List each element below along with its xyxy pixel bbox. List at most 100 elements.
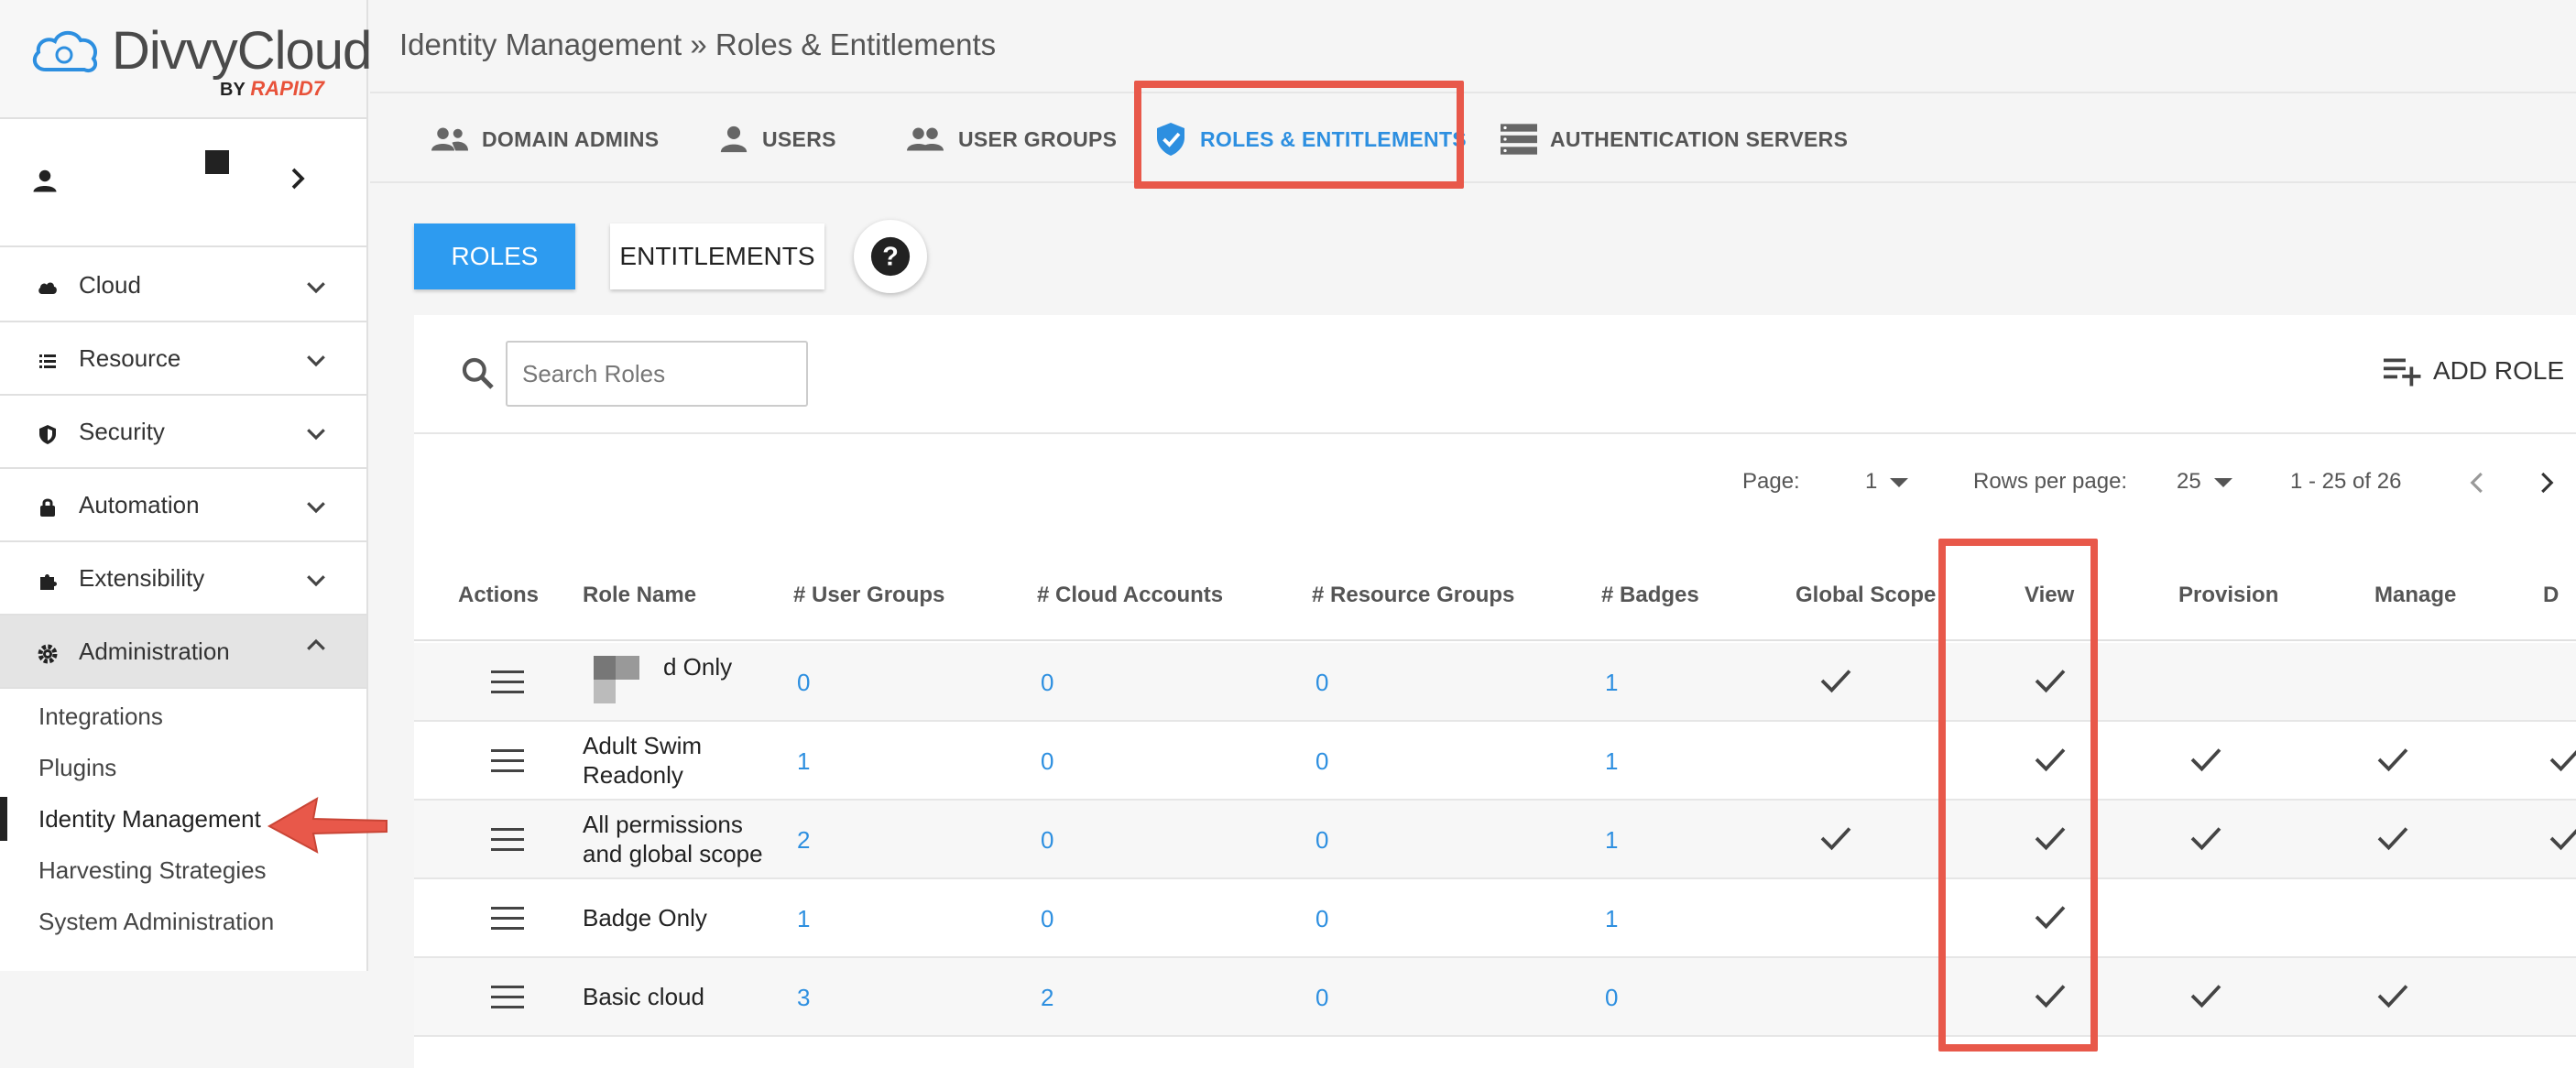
table-row[interactable]: d Only 0 0 0 1 <box>414 643 2576 722</box>
breadcrumb: Identity Management » Roles & Entitlemen… <box>399 27 997 61</box>
role-name[interactable]: Adult Swim Readonly <box>583 731 702 790</box>
sidebar-item-administration[interactable]: Administration <box>0 616 366 689</box>
chevron-left-icon[interactable] <box>2464 469 2492 496</box>
user-groups-link[interactable]: 1 <box>797 747 810 776</box>
tab-label: AUTHENTICATION SERVERS <box>1550 126 1849 151</box>
roles-button[interactable]: ROLES <box>414 223 575 289</box>
badges-link[interactable]: 0 <box>1605 984 1618 1012</box>
gear-icon <box>38 644 58 664</box>
search-row: ADD ROLE <box>414 315 2576 434</box>
rows-per-page-select[interactable]: 25 <box>2177 469 2232 495</box>
badges-link[interactable]: 1 <box>1605 826 1618 855</box>
caret-down-icon <box>1890 477 1909 487</box>
col-cloud-accounts[interactable]: # Cloud Accounts <box>1037 583 1223 608</box>
tab-bar: DOMAIN ADMINS USERS USER GROUPS ROLES & … <box>370 92 2576 183</box>
sidebar-item-security[interactable]: Security <box>0 396 366 469</box>
role-name-line1: All permissions <box>583 811 743 838</box>
add-role-button[interactable]: ADD ROLE <box>2384 355 2564 387</box>
col-role-name[interactable]: Role Name <box>583 583 696 608</box>
chevron-up-icon[interactable] <box>302 632 330 659</box>
page-range: 1 - 25 of 26 <box>2290 469 2402 494</box>
resource-groups-link[interactable]: 0 <box>1315 826 1328 855</box>
badges-link[interactable]: 1 <box>1605 669 1618 697</box>
subnav-item-integrations[interactable]: Integrations <box>0 691 366 742</box>
sidebar-item-cloud[interactable]: Cloud <box>0 249 366 322</box>
row-actions-menu-icon[interactable] <box>491 749 524 779</box>
col-global-scope[interactable]: Global Scope <box>1796 583 1936 608</box>
cloud-logo-icon <box>32 30 98 72</box>
provision-check-icon <box>2190 985 2221 1008</box>
person-icon <box>33 169 57 192</box>
sidebar-item-automation[interactable]: Automation <box>0 469 366 542</box>
chevron-down-icon[interactable] <box>302 420 330 447</box>
row-actions-menu-icon[interactable] <box>491 907 524 937</box>
logo-text: DivvyCloud <box>112 21 372 81</box>
person-icon <box>720 125 748 153</box>
shield-icon <box>39 425 56 444</box>
chevron-down-icon[interactable] <box>302 273 330 300</box>
user-groups-link[interactable]: 1 <box>797 905 810 933</box>
rows-per-page-value: 25 <box>2177 469 2201 494</box>
page-select[interactable]: 1 <box>1865 469 1909 495</box>
page-value: 1 <box>1865 469 1878 494</box>
tab-users[interactable]: USERS <box>718 93 836 185</box>
table-header: Actions Role Name # User Groups # Cloud … <box>414 535 2576 641</box>
role-name[interactable]: Badge Only <box>583 903 707 932</box>
table-row[interactable]: Basic cloud 3 2 0 0 <box>414 958 2576 1037</box>
help-button[interactable]: ? <box>854 220 927 293</box>
table-row[interactable]: All permissions and global scope 2 0 0 1 <box>414 801 2576 879</box>
col-d[interactable]: D <box>2543 583 2559 608</box>
col-user-groups[interactable]: # User Groups <box>793 583 944 608</box>
sidebar-item-extensibility[interactable]: Extensibility <box>0 542 366 616</box>
chevron-down-icon[interactable] <box>302 493 330 520</box>
resource-groups-link[interactable]: 0 <box>1315 984 1328 1012</box>
cloud-accounts-link[interactable]: 0 <box>1041 747 1053 776</box>
user-groups-link[interactable]: 0 <box>797 669 810 697</box>
resource-groups-link[interactable]: 0 <box>1315 669 1328 697</box>
chevron-right-icon[interactable] <box>2532 469 2560 496</box>
search-input[interactable] <box>506 341 808 407</box>
tab-authentication-servers[interactable]: AUTHENTICATION SERVERS <box>1501 93 1848 185</box>
cloud-icon <box>38 282 57 294</box>
cloud-accounts-link[interactable]: 2 <box>1041 984 1053 1012</box>
chevron-down-icon[interactable] <box>302 566 330 594</box>
badges-link[interactable]: 1 <box>1605 905 1618 933</box>
row-actions-menu-icon[interactable] <box>491 828 524 858</box>
entitlements-button[interactable]: ENTITLEMENTS <box>610 223 824 289</box>
add-role-label: ADD ROLE <box>2433 356 2565 385</box>
col-manage[interactable]: Manage <box>2374 583 2456 608</box>
row-actions-menu-icon[interactable] <box>491 670 524 701</box>
resource-groups-link[interactable]: 0 <box>1315 905 1328 933</box>
resource-groups-link[interactable]: 0 <box>1315 747 1328 776</box>
subnav-item-system-administration[interactable]: System Administration <box>0 896 366 947</box>
chevron-right-icon[interactable] <box>284 165 311 192</box>
cloud-accounts-link[interactable]: 0 <box>1041 826 1053 855</box>
logo-by: BY <box>220 80 246 100</box>
manage-check-icon <box>2377 748 2408 772</box>
col-provision[interactable]: Provision <box>2178 583 2278 608</box>
logo[interactable]: DivvyCloud BY RAPID7 <box>0 0 372 119</box>
user-groups-link[interactable]: 2 <box>797 826 810 855</box>
col-actions: Actions <box>458 583 540 607</box>
table-row[interactable]: Badge Only 1 0 0 1 <box>414 879 2576 958</box>
table-row[interactable]: Adult Swim Readonly 1 0 0 1 <box>414 722 2576 801</box>
chevron-down-icon[interactable] <box>302 346 330 374</box>
sidebar-item-resource[interactable]: Resource <box>0 322 366 396</box>
badges-link[interactable]: 1 <box>1605 747 1618 776</box>
col-badges[interactable]: # Badges <box>1601 583 1699 608</box>
manage-check-icon <box>2377 985 2408 1008</box>
subnav-item-plugins[interactable]: Plugins <box>0 742 366 793</box>
role-name[interactable]: All permissions and global scope <box>583 810 763 868</box>
role-name[interactable]: d Only <box>663 652 732 681</box>
col-resource-groups[interactable]: # Resource Groups <box>1312 583 1514 608</box>
cloud-accounts-link[interactable]: 0 <box>1041 669 1053 697</box>
cloud-accounts-link[interactable]: 0 <box>1041 905 1053 933</box>
tab-user-groups[interactable]: USER GROUPS <box>905 93 1117 185</box>
role-name[interactable]: Basic cloud <box>583 982 704 1011</box>
tab-domain-admins[interactable]: DOMAIN ADMINS <box>431 93 659 185</box>
user-avatar-placeholder <box>205 150 229 174</box>
page-label: Page: <box>1742 469 1800 494</box>
row-actions-menu-icon[interactable] <box>491 986 524 1016</box>
redacted-thumbnail-icon <box>594 656 639 703</box>
user-groups-link[interactable]: 3 <box>797 984 810 1012</box>
